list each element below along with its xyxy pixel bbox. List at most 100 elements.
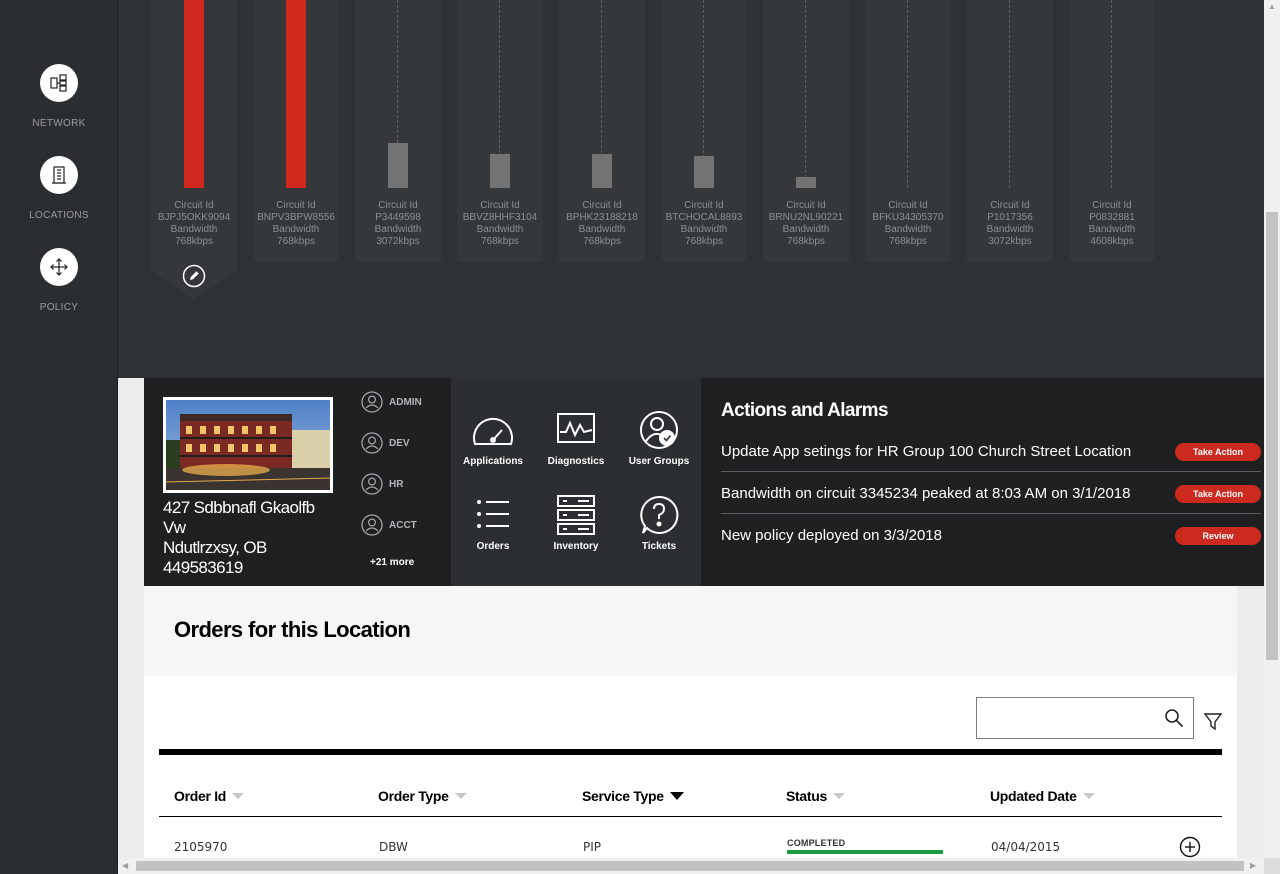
location-photo bbox=[163, 397, 333, 493]
circuit-bw-label: Bandwidth bbox=[1088, 224, 1136, 235]
tool-tickets[interactable]: Tickets bbox=[619, 495, 699, 553]
more-user-groups-link[interactable]: +21 more bbox=[370, 557, 414, 568]
circuit-column[interactable]: Circuit Id P3449598 Bandwidth 3072kbps bbox=[355, 0, 441, 262]
circuit-bandwidth-panel: Circuit Id BJPJ5OKK9094 Bandwidth 768kbps Ci… bbox=[118, 0, 1264, 378]
column-header-updated-date[interactable]: Updated Date bbox=[990, 788, 1095, 804]
bandwidth-bar bbox=[184, 0, 204, 188]
sidebar-item-label: NETWORK bbox=[32, 118, 86, 129]
take-action-button[interactable]: Take Action bbox=[1175, 485, 1261, 503]
circuit-label: Circuit Id BRNU2NL90221 Bandwidth 768kbps bbox=[763, 200, 849, 248]
action-text: New policy deployed on 3/3/2018 bbox=[721, 527, 942, 544]
user-group-acct[interactable]: ACCT bbox=[361, 514, 417, 536]
sidebar-item-network[interactable]: NETWORK bbox=[0, 64, 118, 129]
bandwidth-bar bbox=[286, 0, 306, 188]
column-header-order-id[interactable]: Order Id bbox=[174, 788, 245, 804]
circuit-column[interactable]: Circuit Id BTCHOCAL8893 Bandwidth 768kbps bbox=[661, 0, 747, 262]
search-input[interactable] bbox=[977, 698, 1157, 738]
address-line-1: 427 Sdbbnafl Gkaolfb bbox=[163, 498, 315, 517]
user-group-dev[interactable]: DEV bbox=[361, 432, 410, 454]
expand-plus-icon[interactable] bbox=[1179, 836, 1201, 858]
tool-label: Diagnostics bbox=[547, 456, 605, 467]
circuit-column[interactable]: Circuit Id BRNU2NL90221 Bandwidth 768kbps bbox=[763, 0, 849, 262]
circuit-bw-label: Bandwidth bbox=[374, 224, 422, 235]
circuit-label: Circuit Id BPHK23188218 Bandwidth 768kbps bbox=[559, 200, 645, 248]
location-card: 427 Sdbbnafl Gkaolfb Vw Ndutlrzxsy, OB 4… bbox=[144, 378, 452, 586]
address-line-2: Vw bbox=[163, 518, 186, 537]
address-line-3: Ndutlrzxsy, OB bbox=[163, 538, 267, 557]
circuit-bw-label: Bandwidth bbox=[578, 224, 626, 235]
circuit-bw-label: Bandwidth bbox=[272, 224, 320, 235]
scroll-right-arrow-icon[interactable]: ▶ bbox=[1250, 861, 1256, 870]
search-icon[interactable] bbox=[1164, 708, 1184, 728]
tool-label: User Groups bbox=[628, 456, 690, 467]
user-group-hr[interactable]: HR bbox=[361, 473, 403, 495]
circuit-column[interactable]: Circuit Id BBVZ8HHF3104 Bandwidth 768kbps bbox=[457, 0, 543, 262]
circuit-column[interactable]: Circuit Id BNPV3BPW8556 Bandwidth 768kbps bbox=[253, 0, 339, 262]
circuit-bandwidth: 4608kbps bbox=[1090, 236, 1134, 247]
sidebar-item-label: LOCATIONS bbox=[29, 210, 89, 221]
bandwidth-scale-line bbox=[1111, 0, 1112, 188]
circuit-id: BFKU34305370 bbox=[872, 212, 944, 223]
action-item: Update App setings for HR Group 100 Chur… bbox=[721, 430, 1261, 472]
scrollbar-corner bbox=[1264, 858, 1280, 874]
actions-and-alarms-panel: Actions and Alarms Update App setings fo… bbox=[701, 378, 1264, 586]
table-top-rule bbox=[159, 749, 1222, 755]
tool-inventory[interactable]: Inventory bbox=[536, 495, 616, 553]
header-rule bbox=[159, 816, 1222, 817]
action-item: Bandwidth on circuit 3345234 peaked at 8… bbox=[721, 472, 1261, 514]
tool-diagnostics[interactable]: Diagnostics bbox=[536, 410, 616, 468]
bandwidth-bar bbox=[592, 154, 612, 188]
circuit-bandwidth: 768kbps bbox=[889, 236, 927, 247]
server-icon bbox=[557, 495, 595, 535]
scroll-up-arrow-icon[interactable]: ▲ bbox=[1268, 2, 1276, 11]
user-icon bbox=[361, 473, 383, 495]
pulse-chart-icon bbox=[557, 413, 595, 443]
tool-orders[interactable]: Orders bbox=[453, 495, 533, 553]
circuit-column[interactable]: Circuit Id BPHK23188218 Bandwidth 768kbps bbox=[559, 0, 645, 262]
circuit-bw-label: Bandwidth bbox=[476, 224, 524, 235]
horizontal-scroll-thumb[interactable] bbox=[136, 861, 1244, 871]
edit-pencil-icon[interactable] bbox=[182, 264, 206, 288]
circuit-id: BNPV3BPW8556 bbox=[257, 212, 335, 223]
sort-caret-icon bbox=[833, 793, 845, 799]
tool-label: Tickets bbox=[641, 541, 677, 552]
sidebar-item-policy[interactable]: POLICY bbox=[0, 248, 118, 313]
circuit-id-label: Circuit Id bbox=[1092, 200, 1132, 211]
column-header-order-type[interactable]: Order Type bbox=[378, 788, 467, 804]
column-header-status[interactable]: Status bbox=[786, 788, 845, 804]
column-header-service-type[interactable]: Service Type bbox=[582, 788, 684, 804]
vertical-scroll-thumb[interactable] bbox=[1266, 212, 1278, 660]
sort-caret-icon bbox=[1082, 793, 1095, 799]
tool-label: Applications bbox=[462, 456, 523, 467]
actions-title: Actions and Alarms bbox=[721, 400, 889, 421]
circuit-column[interactable]: Circuit Id BFKU34305370 Bandwidth 768kbps bbox=[865, 0, 951, 262]
action-text: Bandwidth on circuit 3345234 peaked at 8… bbox=[721, 485, 1131, 502]
sort-caret-icon bbox=[232, 793, 245, 799]
circuit-bw-label: Bandwidth bbox=[680, 224, 728, 235]
circuit-column[interactable]: Circuit Id BJPJ5OKK9094 Bandwidth 768kbps bbox=[151, 0, 237, 288]
horizontal-scrollbar[interactable]: ◀ ▶ bbox=[118, 858, 1264, 874]
speedometer-icon bbox=[473, 417, 513, 445]
cell-order-id: 2105970 bbox=[174, 840, 228, 854]
tool-applications[interactable]: Applications bbox=[453, 410, 533, 468]
status-progress-bar bbox=[787, 850, 943, 854]
move-arrows-icon bbox=[40, 248, 78, 286]
circuit-label: Circuit Id BFKU34305370 Bandwidth 768kbps bbox=[865, 200, 951, 248]
circuit-label: Circuit Id BBVZ8HHF3104 Bandwidth 768kbps bbox=[457, 200, 543, 248]
filter-icon[interactable] bbox=[1203, 711, 1223, 731]
circuit-column[interactable]: Circuit Id P1017356 Bandwidth 3072kbps bbox=[967, 0, 1053, 262]
column-header-label: Service Type bbox=[582, 788, 664, 804]
take-action-button[interactable]: Take Action bbox=[1175, 443, 1261, 461]
sidebar-item-locations[interactable]: LOCATIONS bbox=[0, 156, 118, 221]
circuit-bw-label: Bandwidth bbox=[782, 224, 830, 235]
circuit-column[interactable]: Circuit Id P0832881 Bandwidth 4608kbps bbox=[1069, 0, 1155, 262]
vertical-scrollbar[interactable]: ▲ bbox=[1264, 0, 1280, 858]
review-button[interactable]: Review bbox=[1175, 527, 1261, 545]
circuit-id-label: Circuit Id bbox=[888, 200, 928, 211]
orders-header: Orders for this Location bbox=[144, 586, 1237, 676]
bandwidth-bar bbox=[388, 143, 408, 188]
tool-user-groups[interactable]: User Groups bbox=[619, 410, 699, 468]
circuit-bandwidth: 768kbps bbox=[685, 236, 723, 247]
user-group-admin[interactable]: ADMIN bbox=[361, 391, 422, 413]
scroll-left-arrow-icon[interactable]: ◀ bbox=[122, 861, 128, 870]
